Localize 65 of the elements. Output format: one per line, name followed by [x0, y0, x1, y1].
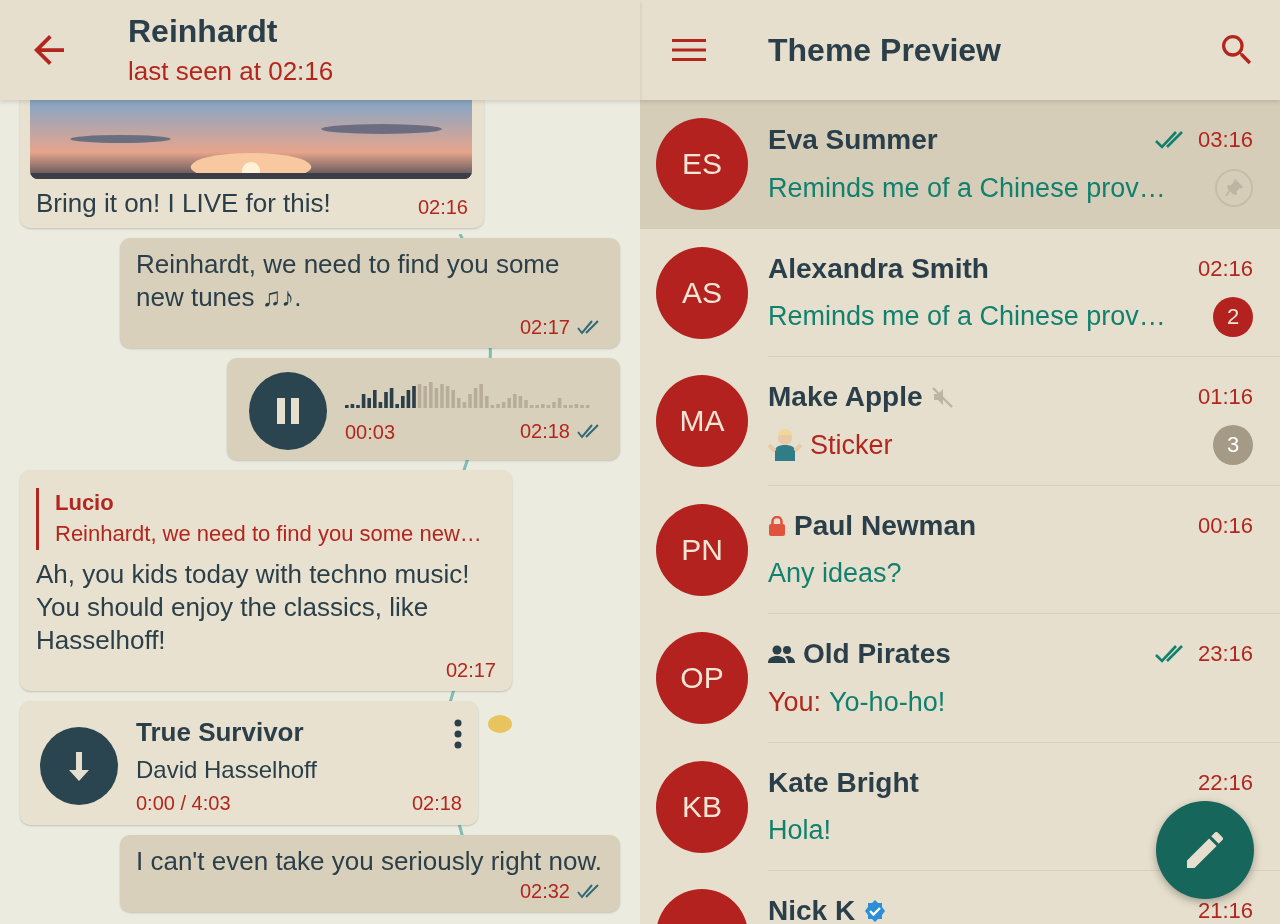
message-preview: Sticker: [810, 429, 893, 461]
sender-label: You:: [768, 686, 822, 718]
message-text: Reinhardt, we need to find you some new tunes ♫♪.: [136, 248, 561, 314]
contact-name: Reinhardt: [128, 13, 279, 50]
message-preview: Yo-ho-ho!: [829, 686, 946, 718]
message-time: 02:16: [417, 195, 468, 219]
message-text: I can't even take you seriously right now.: [136, 845, 602, 878]
chat-name: Eva Summer: [768, 124, 938, 156]
search-icon[interactable]: [1222, 35, 1252, 65]
message-time: 02:17: [519, 315, 570, 339]
pencil-icon: [1187, 832, 1223, 868]
track-artist: David Hasselhoff: [136, 756, 318, 784]
message-text: Ah, you kids today with techno music! You should enjoy the classics, like Hasselhoff!: [36, 558, 471, 657]
reply-author: Lucio: [55, 489, 115, 517]
chat-name: Old Pirates: [803, 638, 951, 670]
chat-time: 02:16: [1197, 255, 1253, 282]
group-icon: [768, 644, 795, 664]
unread-count: 2: [1213, 296, 1253, 337]
pause-icon: [275, 396, 301, 426]
avatar: MA: [656, 375, 748, 467]
chat-name: Kate Bright: [768, 766, 919, 799]
download-icon: [66, 750, 92, 782]
app-title: Theme Preview: [768, 31, 1002, 69]
chat-time: 21:16: [1197, 898, 1253, 924]
message-preview: Reminds me of a Chinese prov…: [768, 172, 1166, 204]
avatar: ES: [656, 118, 748, 210]
avatar: AS: [656, 246, 748, 339]
message-text: Bring it on! I LIVE for this!: [36, 187, 331, 220]
chat-time: 00:16: [1197, 512, 1253, 539]
message-time: 02:32: [519, 879, 570, 903]
track-title: True Survivor: [136, 717, 305, 748]
chat-time: 01:16: [1197, 384, 1253, 410]
message-preview: Reminds me of a Chinese prov…: [768, 301, 1166, 332]
verified-badge-icon: [863, 899, 888, 923]
menu-icon[interactable]: [672, 38, 706, 62]
more-options-icon[interactable]: [454, 719, 462, 749]
chat-time: 23:16: [1197, 641, 1253, 667]
compose-button[interactable]: [1156, 801, 1254, 899]
message-time: 02:18: [411, 792, 462, 815]
last-seen-status: last seen at 02:16: [128, 56, 334, 87]
message-preview: Hola!: [768, 815, 832, 846]
chat-name: Make Apple: [768, 381, 923, 413]
message-time: 02:18: [519, 419, 570, 443]
chat-list-item[interactable]: OP Old Pirates 23:16 You: Yo-ho-ho!: [640, 614, 1280, 743]
chat-name: Alexandra Smith: [768, 252, 989, 285]
chat-list-item[interactable]: MA Make Apple 01:16 Sticker 3: [640, 357, 1280, 486]
sticker-icon: [768, 429, 802, 461]
back-arrow-icon[interactable]: [34, 35, 64, 65]
avatar: KB: [656, 760, 748, 853]
chat-list-item[interactable]: AS Alexandra Smith 02:16 Reminds me of a Chinese prov… 2: [640, 228, 1280, 357]
voice-duration: 00:03: [345, 421, 396, 444]
unread-count: 3: [1213, 425, 1253, 465]
message-preview: Any ideas?: [768, 558, 902, 589]
chat-name: Nick K: [768, 895, 856, 924]
chat-list-item[interactable]: ES Eva Summer 03:16 Reminds me of a Chinese prov…: [640, 100, 1280, 229]
lock-icon: [768, 515, 786, 536]
avatar: OP: [656, 632, 748, 724]
chat-time: 03:16: [1197, 127, 1253, 153]
chat-list-item[interactable]: PN Paul Newman 00:16 Any ideas?: [640, 485, 1280, 614]
reply-quote: Reinhardt, we need to find you some new…: [55, 520, 483, 548]
chat-time: 22:16: [1197, 769, 1253, 796]
track-length: 0:00 / 4:03: [136, 792, 232, 815]
avatar: PN: [656, 503, 748, 596]
message-time: 02:17: [445, 658, 496, 682]
chat-name: Paul Newman: [794, 509, 977, 542]
